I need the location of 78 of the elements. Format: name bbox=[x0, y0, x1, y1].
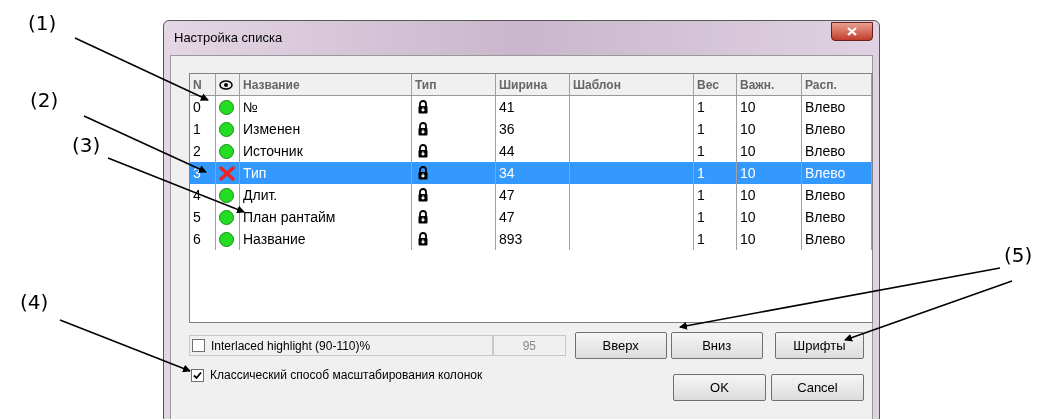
lock-icon bbox=[418, 166, 428, 180]
table-cell-text: Влево bbox=[805, 119, 846, 139]
table-cell-text: Влево bbox=[805, 207, 846, 227]
table-cell-text: Влево bbox=[805, 97, 846, 117]
table-cell-text: 36 bbox=[499, 119, 515, 139]
table-row[interactable]: 1 Изменен 36 1 10 Влево bbox=[190, 118, 872, 140]
column-header[interactable]: Расп. bbox=[805, 75, 837, 94]
table-cell-text: 10 bbox=[740, 229, 756, 249]
table-row[interactable]: 5 План рантайм 47 1 10 Влево bbox=[190, 206, 872, 228]
column-header[interactable]: Тип bbox=[415, 75, 437, 94]
table-cell-text: 10 bbox=[740, 185, 756, 205]
lock-icon bbox=[418, 210, 428, 224]
checkbox-label: Interlaced highlight (90-110)% bbox=[211, 337, 371, 355]
table-row[interactable]: 6 Название 893 1 10 Влево bbox=[190, 228, 872, 250]
table-cell-text: Длит. bbox=[243, 185, 278, 205]
column-header[interactable]: Вес bbox=[697, 75, 719, 94]
table-cell-text: 10 bbox=[740, 163, 756, 183]
cancel-button[interactable]: Cancel bbox=[771, 374, 864, 401]
table-cell-text: 2 bbox=[193, 141, 201, 161]
table-cell-text: 10 bbox=[740, 97, 756, 117]
table-cell-text: 893 bbox=[499, 229, 523, 249]
checkbox[interactable] bbox=[191, 368, 204, 382]
table-cell-text: 10 bbox=[740, 141, 756, 161]
table-row[interactable]: 0 № 41 1 10 Влево bbox=[190, 96, 872, 118]
lock-icon bbox=[418, 122, 428, 136]
eye-icon bbox=[219, 79, 233, 90]
callout-label: (1) bbox=[28, 10, 57, 37]
table-cell-text: 44 bbox=[499, 141, 515, 161]
lock-icon bbox=[418, 232, 428, 246]
callout-label: (5) bbox=[1004, 242, 1033, 269]
table-cell-text: Влево bbox=[805, 163, 846, 183]
table-cell-text: 1 bbox=[697, 185, 705, 205]
column-header[interactable]: N bbox=[193, 75, 202, 94]
checkbox[interactable] bbox=[192, 339, 205, 352]
table-cell-text: План рантайм bbox=[243, 207, 336, 227]
lock-icon bbox=[418, 188, 428, 202]
table-cell-text: 34 bbox=[499, 163, 515, 183]
callout-label: (3) bbox=[72, 132, 101, 159]
table-cell-text: Изменен bbox=[243, 119, 301, 139]
table-cell-text: 1 bbox=[697, 141, 705, 161]
ok-button[interactable]: OK bbox=[673, 374, 766, 401]
table-cell-text: Название bbox=[243, 229, 306, 249]
table-cell-text: 6 bbox=[193, 229, 201, 249]
column-header[interactable]: Шаблон bbox=[573, 75, 621, 94]
table-cell-text: 1 bbox=[193, 119, 201, 139]
lock-icon bbox=[418, 100, 428, 114]
table-cell-text: Влево bbox=[805, 185, 846, 205]
table-cell-text: Источник bbox=[243, 141, 303, 161]
table-cell-text: 47 bbox=[499, 207, 515, 227]
table-cell-text: 10 bbox=[740, 207, 756, 227]
table-cell-text: 1 bbox=[697, 163, 705, 183]
table-cell-text: Влево bbox=[805, 141, 846, 161]
table-cell-text: № bbox=[243, 97, 259, 117]
close-button[interactable] bbox=[831, 21, 873, 41]
table-cell-text: 10 bbox=[740, 119, 756, 139]
down-button[interactable]: Вниз bbox=[670, 332, 763, 359]
lock-icon bbox=[418, 144, 428, 158]
table-cell-text: 1 bbox=[697, 119, 705, 139]
window-title: Настройка списка bbox=[174, 29, 283, 48]
table-cell-text: Влево bbox=[805, 229, 846, 249]
table-cell-text: 41 bbox=[499, 97, 515, 117]
callout-label: (4) bbox=[20, 289, 49, 316]
table-cell-text: 0 bbox=[193, 97, 201, 117]
hidden-cross-icon[interactable] bbox=[219, 165, 235, 181]
table-cell-text: 47 bbox=[499, 185, 515, 205]
column-header[interactable]: Название bbox=[243, 75, 300, 94]
fonts-button[interactable]: Шрифты bbox=[774, 332, 864, 359]
up-button[interactable]: Вверх bbox=[574, 332, 667, 359]
callout-label: (2) bbox=[30, 87, 59, 114]
table-cell-text: 1 bbox=[697, 97, 705, 117]
close-icon bbox=[847, 26, 857, 36]
checkbox-label: Классический способ масштабирования колонок bbox=[210, 367, 483, 384]
table-cell-text: 5 bbox=[193, 207, 201, 227]
table-cell-text: 1 bbox=[697, 229, 705, 249]
column-header[interactable]: Важн. bbox=[740, 75, 775, 94]
table-cell-text: 1 bbox=[697, 207, 705, 227]
table-cell-text: Тип bbox=[243, 163, 267, 183]
column-header[interactable]: Ширина bbox=[499, 75, 548, 94]
